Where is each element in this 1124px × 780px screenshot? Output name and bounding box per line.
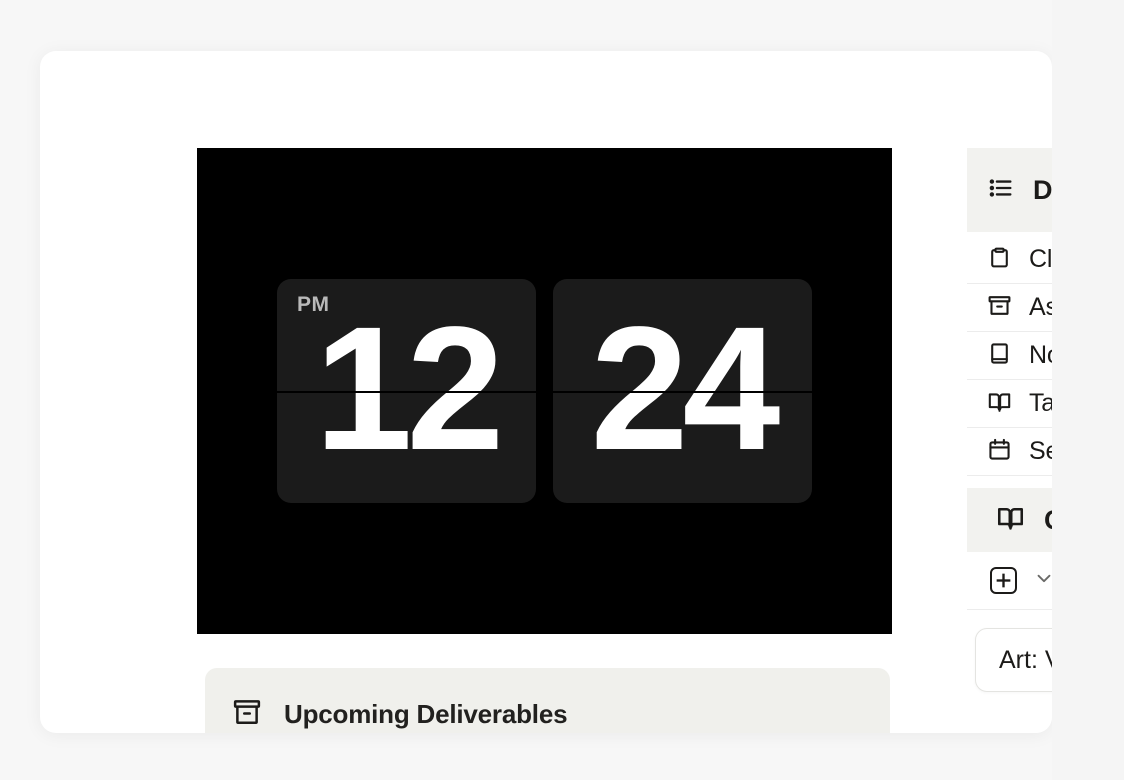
upcoming-deliverables-panel[interactable]: Upcoming Deliverables [205,668,890,733]
flip-card-hours: PM 12 [277,279,536,503]
book-open-icon [996,503,1025,537]
chevron-down-icon[interactable] [1033,567,1052,594]
sidebar-item-classes[interactable]: Clas [967,236,1052,284]
flip-clock-widget[interactable]: PM 12 24 [197,148,892,634]
sidebar-item-assignments[interactable]: Ass [967,284,1052,332]
calendar-icon [987,437,1012,467]
sidebar-item-label: Not [1029,341,1052,369]
flip-card-minutes: 24 [553,279,812,503]
meridiem-label: PM [297,293,330,316]
grid-view-icon[interactable] [990,567,1017,594]
sidebar-view-toolbar [967,552,1052,610]
right-sidebar: D Cl as [967,148,1052,733]
deliverables-title: Upcoming Deliverables [284,698,568,729]
sidebar-item-label: Clas [1029,245,1052,273]
app-window-card: PM 12 24 Upcoming Deliverables D Cl As N… [40,51,1052,733]
book-open-icon [987,389,1012,419]
sidebar-item-notes[interactable]: Not [967,332,1052,380]
sidebar-nav-list: Clas Ass [967,232,1052,476]
course-card[interactable]: Art: Vi [975,628,1052,692]
sidebar-item-label: Ass [1029,293,1052,321]
sidebar-item-label: Sem [1029,437,1052,465]
sidebar-section-courses[interactable]: C [967,488,1052,552]
sidebar-item-label: Tas [1029,389,1052,417]
flip-seam-minutes [553,391,812,393]
hours-digits: 12 [314,290,505,487]
archive-icon [987,293,1012,323]
flip-seam-hours [277,391,536,393]
sidebar-section-label: C [1044,505,1052,536]
list-icon [987,174,1015,207]
sidebar-item-tasks[interactable]: Tas [967,380,1052,428]
minutes-digits: 24 [590,290,781,487]
book-closed-icon [987,341,1012,371]
course-card-label: Art: Vi [999,645,1052,674]
sidebar-item-semester[interactable]: Sem [967,428,1052,476]
archive-icon [232,697,262,732]
viewport-cutoff-strip [1052,0,1124,780]
sidebar-header[interactable]: D [967,148,1052,232]
screen: PM 12 24 Upcoming Deliverables D Cl As N… [0,0,1124,780]
clipboard-icon [987,245,1012,275]
sidebar-header-label: D [1033,174,1052,205]
